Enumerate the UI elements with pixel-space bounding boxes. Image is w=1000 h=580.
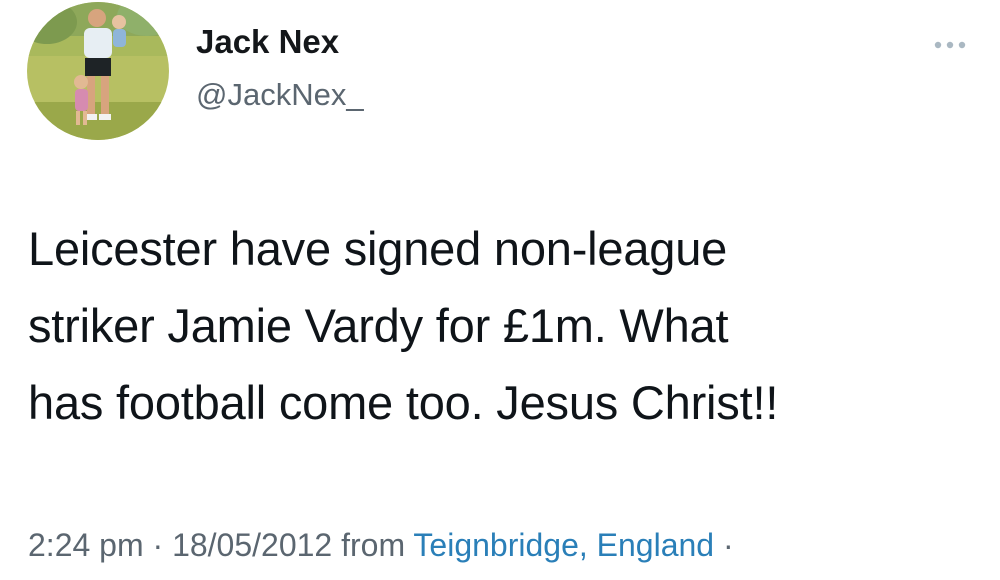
avatar-photo [27, 2, 169, 140]
more-options-button[interactable] [930, 30, 970, 60]
meta-trailing-separator: · [722, 527, 734, 563]
tweet-time[interactable]: 2:24 pm [28, 527, 144, 563]
tweet-text-line: has football come too. Jesus Christ!! [28, 376, 779, 429]
tweet-location-link[interactable]: Teignbridge, England [413, 527, 714, 563]
author-handle[interactable]: @JackNex_ [196, 76, 364, 113]
tweet-metadata: 2:24 pm · 18/05/2012 from Teignbridge, E… [28, 526, 734, 564]
tweet-text-line: striker Jamie Vardy for £1m. What [28, 299, 729, 352]
more-horizontal-icon [934, 41, 966, 49]
tweet-date[interactable]: 18/05/2012 [172, 527, 332, 563]
avatar[interactable] [27, 2, 169, 140]
tweet-card: Jack Nex @JackNex_ Leicester have signed… [0, 0, 1000, 580]
tweet-text-line: Leicester have signed non-league [28, 222, 728, 275]
author-display-name[interactable]: Jack Nex [196, 22, 339, 62]
tweet-text: Leicester have signed non-league striker… [28, 210, 978, 441]
meta-separator: · [152, 527, 164, 563]
from-label: from [341, 527, 406, 563]
